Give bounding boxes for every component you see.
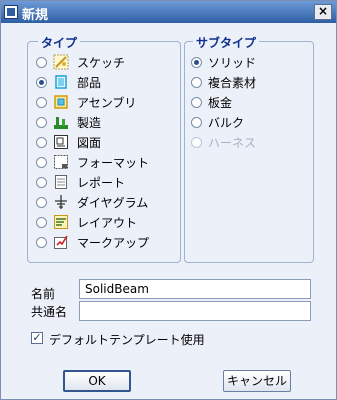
name-field[interactable]: SolidBeam	[79, 279, 311, 299]
radio-button[interactable]	[36, 56, 47, 68]
radio-button[interactable]	[36, 96, 47, 108]
subtype-option-composite[interactable]: 複合素材	[191, 73, 256, 91]
subtype-group-legend: サブタイプ	[193, 34, 260, 51]
type-option-label: 製造	[77, 115, 102, 130]
type-option-markup[interactable]: マークアップ	[36, 233, 149, 251]
subtype-option-label: ハーネス	[208, 135, 257, 150]
type-option-label: 図面	[77, 135, 102, 150]
radio-button[interactable]	[191, 56, 202, 68]
type-option-label: アセンブリ	[77, 95, 137, 110]
type-option-label: マークアップ	[77, 235, 150, 250]
type-option-assembly[interactable]: アセンブリ	[36, 93, 136, 111]
common-name-label: 共通名	[31, 305, 68, 319]
subtype-option-solid[interactable]: ソリッド	[191, 53, 256, 71]
new-dialog: 新規 × タイプ スケッチ 部品 アセンブリ 製造 図面 フォーマット レポート…	[0, 0, 337, 400]
assembly-icon	[53, 94, 69, 110]
radio-button[interactable]	[36, 136, 47, 148]
default-template-checkbox[interactable]: ✓	[31, 332, 43, 344]
subtype-option-label: 複合素材	[208, 75, 257, 90]
subtype-option-harness: ハーネス	[191, 133, 256, 151]
subtype-option-label: ソリッド	[208, 55, 257, 70]
radio-button[interactable]	[191, 96, 202, 108]
subtype-option-label: 板金	[208, 95, 233, 110]
type-group-legend: タイプ	[38, 34, 81, 51]
radio-button[interactable]	[191, 76, 202, 88]
radio-button[interactable]	[36, 176, 47, 188]
type-option-label: レイアウト	[77, 215, 138, 230]
ok-button[interactable]: OK	[63, 370, 131, 392]
default-template-label: デフォルトテンプレート使用	[49, 333, 205, 347]
sketch-icon	[53, 54, 69, 70]
type-option-label: 部品	[77, 75, 102, 90]
type-option-report[interactable]: レポート	[36, 173, 125, 191]
subtype-option-bulk[interactable]: バルク	[191, 113, 244, 131]
type-group: タイプ スケッチ 部品 アセンブリ 製造 図面 フォーマット レポート ダイヤグ…	[27, 34, 181, 263]
radio-button[interactable]	[36, 216, 47, 228]
drawing-icon	[53, 134, 69, 150]
app-icon	[4, 5, 18, 19]
type-option-manufacturing[interactable]: 製造	[36, 113, 101, 131]
cancel-button[interactable]: キャンセル	[223, 370, 291, 392]
type-option-label: ダイヤグラム	[77, 195, 149, 210]
radio-button[interactable]	[191, 116, 202, 128]
title-bar[interactable]: 新規 ×	[1, 1, 336, 23]
type-option-layout[interactable]: レイアウト	[36, 213, 137, 231]
type-option-drawing[interactable]: 図面	[36, 133, 101, 151]
type-option-label: スケッチ	[77, 55, 126, 70]
layout-icon	[53, 214, 69, 230]
type-option-format[interactable]: フォーマット	[36, 153, 149, 171]
markup-icon	[53, 234, 69, 250]
subtype-option-label: バルク	[208, 115, 245, 130]
subtype-group: サブタイプ ソリッド 複合素材 板金 バルク ハーネス	[184, 34, 314, 263]
close-button[interactable]: ×	[314, 4, 332, 20]
type-option-label: レポート	[77, 175, 126, 190]
type-option-sketch[interactable]: スケッチ	[36, 53, 125, 71]
radio-button[interactable]	[36, 76, 47, 88]
radio-button[interactable]	[36, 116, 47, 128]
window-title: 新規	[22, 8, 49, 23]
type-option-part[interactable]: 部品	[36, 73, 101, 91]
part-icon	[53, 74, 69, 90]
subtype-option-sheetmetal[interactable]: 板金	[191, 93, 232, 111]
manufacturing-icon	[53, 114, 69, 130]
radio-button	[191, 136, 202, 148]
radio-button[interactable]	[36, 196, 47, 208]
type-option-label: フォーマット	[77, 155, 150, 170]
common-name-field[interactable]	[79, 301, 311, 321]
radio-button[interactable]	[36, 236, 47, 248]
radio-button[interactable]	[36, 156, 47, 168]
diagram-icon	[53, 194, 69, 210]
format-icon	[53, 154, 69, 170]
report-icon	[53, 174, 69, 190]
type-option-diagram[interactable]: ダイヤグラム	[36, 193, 148, 211]
name-label: 名前	[31, 287, 56, 301]
